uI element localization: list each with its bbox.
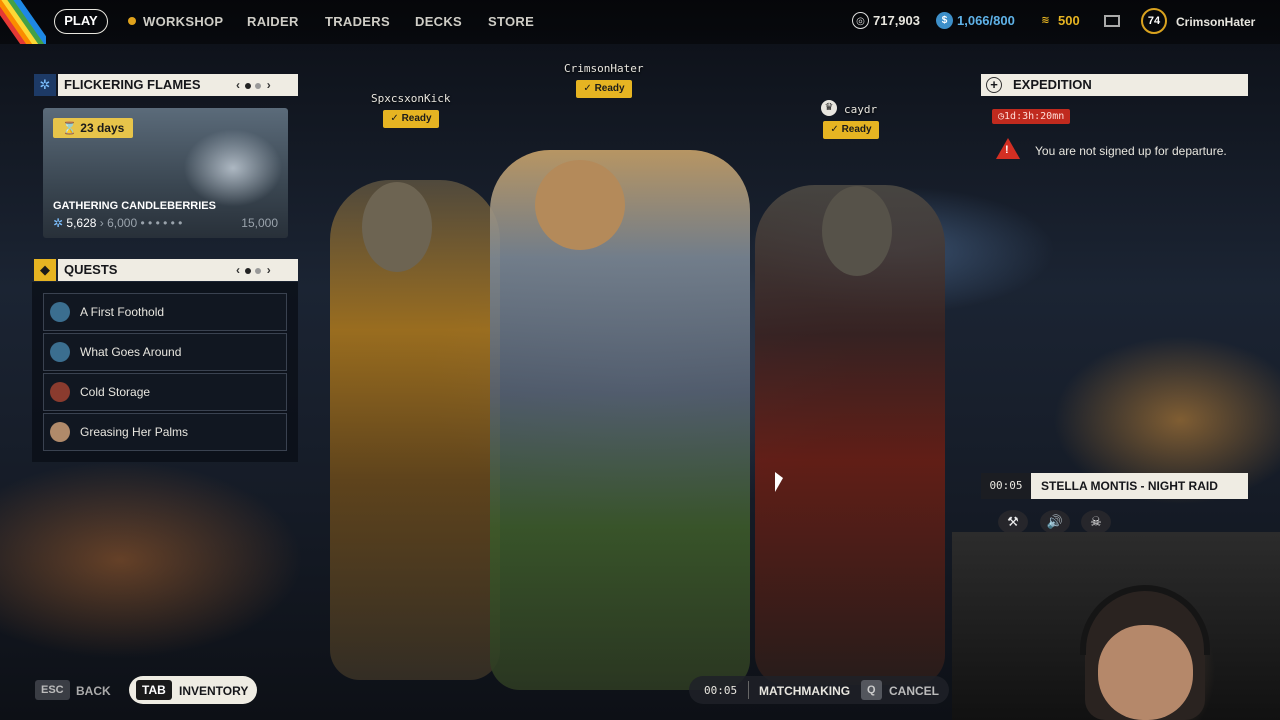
quests-pager[interactable]: ‹ › [236, 259, 271, 281]
nav-raider[interactable]: RAIDER [247, 14, 299, 29]
event-current: 5,628 [66, 216, 97, 230]
coin-icon: ◎ [852, 12, 869, 29]
expedition-header[interactable]: + EXPEDITION [981, 74, 1248, 96]
map-selection-card[interactable]: 00:05 STELLA MONTIS - NIGHT RAID [981, 473, 1248, 499]
raider-left-head [362, 182, 432, 272]
pickaxe-icon[interactable]: ⚒ [998, 510, 1028, 534]
quest-item[interactable]: A First Foothold [43, 293, 287, 331]
expedition-title: EXPEDITION [1013, 77, 1092, 92]
play-button[interactable]: PLAY [54, 9, 108, 34]
quest-giver-avatar-icon [50, 382, 70, 402]
logo-stripes-icon [0, 0, 46, 44]
progress-gear-icon: ✲ [53, 216, 64, 230]
gear-icon: ✲ [34, 74, 56, 96]
quests-title: QUESTS [64, 262, 118, 277]
expedition-message: You are not signed up for departure. [1035, 144, 1227, 158]
quest-label: A First Foothold [80, 305, 165, 319]
warning-exclamation-icon: ! [1005, 144, 1009, 156]
expedition-timer: ◷1d:3h:20mn [992, 109, 1071, 124]
event-max: 15,000 [241, 216, 278, 230]
matchmaking-status: MATCHMAKING [759, 684, 851, 698]
raider-tokens-amount: 1,066/800 [957, 13, 1015, 28]
player-name-left: SpxcsxonKick [371, 92, 451, 105]
nav-store[interactable]: STORE [488, 14, 534, 29]
raider-token-icon: $ [936, 12, 953, 29]
quest-label: What Goes Around [80, 345, 182, 359]
divider [748, 681, 749, 699]
plus-icon: + [986, 77, 1002, 93]
expedition-timer-value: 1d:3h:20mn [1004, 111, 1065, 122]
map-name: STELLA MONTIS - NIGHT RAID [1041, 479, 1218, 493]
raider-skull-icon[interactable]: ☠ [1081, 510, 1111, 534]
cred-amount: 500 [1058, 13, 1080, 28]
quests-list: A First Foothold What Goes Around Cold S… [32, 282, 298, 462]
ready-badge-right: ✓ Ready [823, 121, 879, 139]
matchmaking-timer: 00:05 [704, 684, 738, 697]
chevron-left-icon[interactable]: ‹ [236, 263, 240, 277]
progress-dots: • • • • • • [140, 216, 183, 230]
speaker-icon[interactable]: 🔊 [1040, 510, 1070, 534]
nav-decks[interactable]: DECKS [415, 14, 462, 29]
mail-icon[interactable] [1104, 15, 1120, 27]
quest-diamond-icon: ◆ [34, 259, 56, 281]
chevron-left-icon[interactable]: ‹ [236, 78, 240, 92]
quest-item[interactable]: Cold Storage [43, 373, 287, 411]
event-card[interactable]: ⌛ 23 days GATHERING CANDLEBERRIES ✲ 5,62… [43, 108, 288, 238]
inventory-label[interactable]: INVENTORY [179, 684, 248, 698]
cancel-matchmaking-button[interactable]: CANCEL [889, 684, 939, 698]
map-timer: 00:05 [981, 473, 1031, 499]
raider-right-head [822, 186, 892, 276]
ready-badge-center: ✓ Ready [576, 80, 632, 98]
event-title: FLICKERING FLAMES [64, 77, 201, 92]
chevron-right-icon[interactable]: › [267, 78, 271, 92]
raider-center-head [535, 160, 625, 250]
ready-badge-left: ✓ Ready [383, 110, 439, 128]
q-key-hint[interactable]: Q [861, 680, 882, 700]
raider-center-figure [490, 150, 750, 690]
pager-dot [255, 82, 262, 89]
quest-label: Cold Storage [80, 385, 151, 399]
player-name-right: caydr [844, 103, 878, 116]
party-leader-crown-icon: ♛ [821, 100, 837, 116]
coins-amount: 717,903 [873, 13, 920, 28]
back-button[interactable]: BACK [76, 684, 111, 698]
event-pager[interactable]: ‹ › [236, 74, 271, 96]
event-days-badge: ⌛ 23 days [53, 118, 134, 138]
player-username[interactable]: CrimsonHater [1176, 15, 1255, 29]
pager-dot [245, 267, 252, 274]
quest-item[interactable]: What Goes Around [43, 333, 287, 371]
player-name-center: CrimsonHater [564, 62, 644, 75]
event-name: GATHERING CANDLEBERRIES [53, 200, 216, 212]
player-level-badge[interactable]: 74 [1141, 8, 1167, 34]
nav-workshop[interactable]: WORKSHOP [143, 14, 223, 29]
quests-panel-header: QUESTS ‹ › [58, 259, 298, 281]
event-next: 6,000 [107, 216, 138, 230]
chevron-right-icon[interactable]: › [267, 263, 271, 277]
esc-key-hint[interactable]: ESC [35, 680, 70, 700]
event-progress: ✲ 5,628 › 6,000 • • • • • • 15,000 [53, 216, 278, 230]
quest-giver-avatar-icon [50, 422, 70, 442]
nav-traders[interactable]: TRADERS [325, 14, 390, 29]
quest-label: Greasing Her Palms [80, 425, 189, 439]
quest-giver-avatar-icon [50, 342, 70, 362]
chevron-right-icon: › [99, 216, 104, 230]
pager-dot [245, 82, 252, 89]
notification-dot-icon [128, 17, 136, 25]
pager-dot [255, 267, 262, 274]
mouse-cursor-icon [775, 472, 783, 492]
event-days: 23 days [80, 121, 125, 135]
tab-key-hint: TAB [136, 680, 172, 700]
quest-item[interactable]: Greasing Her Palms [43, 413, 287, 451]
quest-giver-avatar-icon [50, 302, 70, 322]
event-panel-header: FLICKERING FLAMES ‹ › [58, 74, 298, 96]
cred-icon: ≋ [1041, 15, 1050, 26]
